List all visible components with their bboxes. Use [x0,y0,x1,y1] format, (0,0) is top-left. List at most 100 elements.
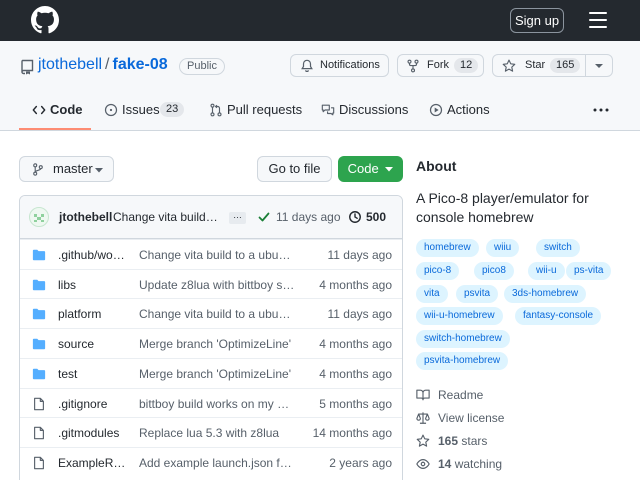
watching-text: 14 watching [438,457,502,471]
file-commit-time: 4 months ago [319,366,392,381]
repo-title: jtothebell / fake-08 [38,56,168,74]
tab-label: Discussions [339,102,409,117]
star-count: 165 [550,58,581,73]
github-logo-icon[interactable] [31,6,59,34]
file-list: jtothebell Change vita build to a ubuntu… [19,195,403,480]
issue-icon [104,103,118,117]
file-commit-message[interactable]: bittboy build works on my machine [139,397,296,411]
file-commit-message[interactable]: Add example launch.json for debugging [139,456,296,470]
table-row[interactable]: .gitignore bittboy build works on my mach… [20,387,402,418]
repo-name-link[interactable]: fake-08 [113,56,168,73]
repo-icon [21,59,34,75]
watching-count: 14 [438,457,452,471]
file-name[interactable]: .gitignore [58,397,128,411]
topic-tag[interactable]: homebrew [416,239,479,257]
code-icon [32,105,46,115]
file-name[interactable]: .gitmodules [58,426,128,440]
expand-commit-button[interactable]: … [229,211,246,224]
notifications-button[interactable]: Notifications [290,54,389,77]
history-icon[interactable] [348,210,362,224]
topic-tag[interactable]: switch [536,239,580,257]
table-row[interactable]: .github/workflows Change vita build to a … [20,239,402,269]
file-commit-message[interactable]: Replace lua 5.3 with z8lua [139,426,296,440]
topic-tag[interactable]: pico-8 [416,262,460,280]
file-commit-time: 4 months ago [319,277,392,292]
file-name[interactable]: test [58,367,128,381]
avatar-pattern-icon [34,214,44,222]
fork-count: 12 [454,58,479,73]
file-name[interactable]: .github/workflows [58,248,128,262]
file-commit-message[interactable]: Merge branch 'OptimizeLine' [139,337,296,351]
star-label: Star [525,59,546,71]
notifications-label: Notifications [320,59,380,71]
fork-button[interactable]: Fork 12 [397,54,484,77]
code-button-label: Code [347,161,379,176]
eye-icon [416,459,430,469]
play-icon [429,103,443,117]
star-button[interactable]: Star 165 [492,54,613,77]
topic-tag[interactable]: wii-u [528,262,565,280]
file-icon [32,456,46,470]
table-row[interactable]: platform Change vita build to a ubuntu ba… [20,298,402,328]
topic-tag[interactable]: switch-homebrew [416,330,510,348]
topic-tag[interactable]: wii-u-homebrew [416,307,503,325]
repo-owner-link[interactable]: jtothebell [38,56,102,73]
tab-label: Issues [122,102,160,117]
file-name[interactable]: platform [58,307,128,321]
book-icon [416,389,430,401]
commit-message[interactable]: Change vita build to a ubuntu base [113,210,221,224]
issues-count: 23 [160,102,185,117]
readme-label: Readme [438,388,484,402]
stars-label: stars [461,434,488,448]
file-commit-message[interactable]: Update z8lua with bittboy single precisi… [139,278,296,292]
topic-tag[interactable]: fantasy-console [515,307,602,325]
go-to-file-button[interactable]: Go to file [257,156,332,182]
file-commit-time: 4 months ago [319,337,392,352]
sign-up-button[interactable]: Sign up [510,8,564,33]
file-commit-message[interactable]: Merge branch 'OptimizeLine' [139,367,296,381]
file-icon [32,397,46,411]
file-commit-time: 11 days ago [327,248,393,262]
check-icon[interactable] [258,211,270,223]
discussions-icon [321,104,335,116]
file-commit-time: 5 months ago [319,396,392,411]
file-commit-message[interactable]: Change vita build to a ubuntu base [139,307,296,321]
more-options-icon[interactable] [593,108,609,112]
repo-tabs: Code Issues 23 Pull requests Discussions… [0,96,640,131]
bell-icon [301,59,313,73]
star-icon [416,434,430,447]
tab-label: Pull requests [227,102,303,117]
fork-label: Fork [427,59,449,71]
avatar[interactable] [29,207,49,227]
folder-icon [32,337,46,351]
file-name[interactable]: libs [58,278,128,292]
table-row[interactable]: ExampleResources Add example launch.json … [20,446,402,477]
topic-tag[interactable]: vita [416,285,448,303]
code-dropdown-button[interactable]: Code [338,156,403,182]
branch-selector[interactable]: master [19,156,114,182]
commit-author[interactable]: jtothebell [59,210,112,224]
folder-icon [32,278,46,292]
folder-icon [32,307,46,321]
file-commit-message[interactable]: Change vita build to a ubuntu base [139,248,296,262]
topic-tag[interactable]: ps-vita [566,262,612,280]
folder-icon [32,248,46,262]
topic-tag[interactable]: 3ds-homebrew [504,285,587,303]
commit-count[interactable]: 500 [366,210,386,224]
about-heading: About [416,158,457,174]
file-name[interactable]: ExampleResources [58,456,128,470]
menu-icon[interactable] [589,12,607,28]
topic-tag[interactable]: psvita [456,285,499,303]
commit-time[interactable]: 11 days ago [276,210,341,224]
file-commit-time: 11 days ago [327,307,393,322]
table-row[interactable]: source Merge branch 'OptimizeLine' 4 month… [20,328,402,358]
table-row[interactable]: test Merge branch 'OptimizeLine' 4 months … [20,357,402,388]
table-row[interactable]: libs Update z8lua with bittboy single pre… [20,268,402,299]
table-row[interactable]: .gitmodules Replace lua 5.3 with z8lua 14 … [20,417,402,447]
topic-tag[interactable]: wiiu [486,239,520,257]
topic-tag[interactable]: psvita-homebrew [416,352,509,370]
pull-request-icon [210,103,222,117]
topic-tag[interactable]: pico8 [474,262,514,280]
file-name[interactable]: source [58,337,128,351]
chevron-down-icon[interactable] [594,63,604,69]
